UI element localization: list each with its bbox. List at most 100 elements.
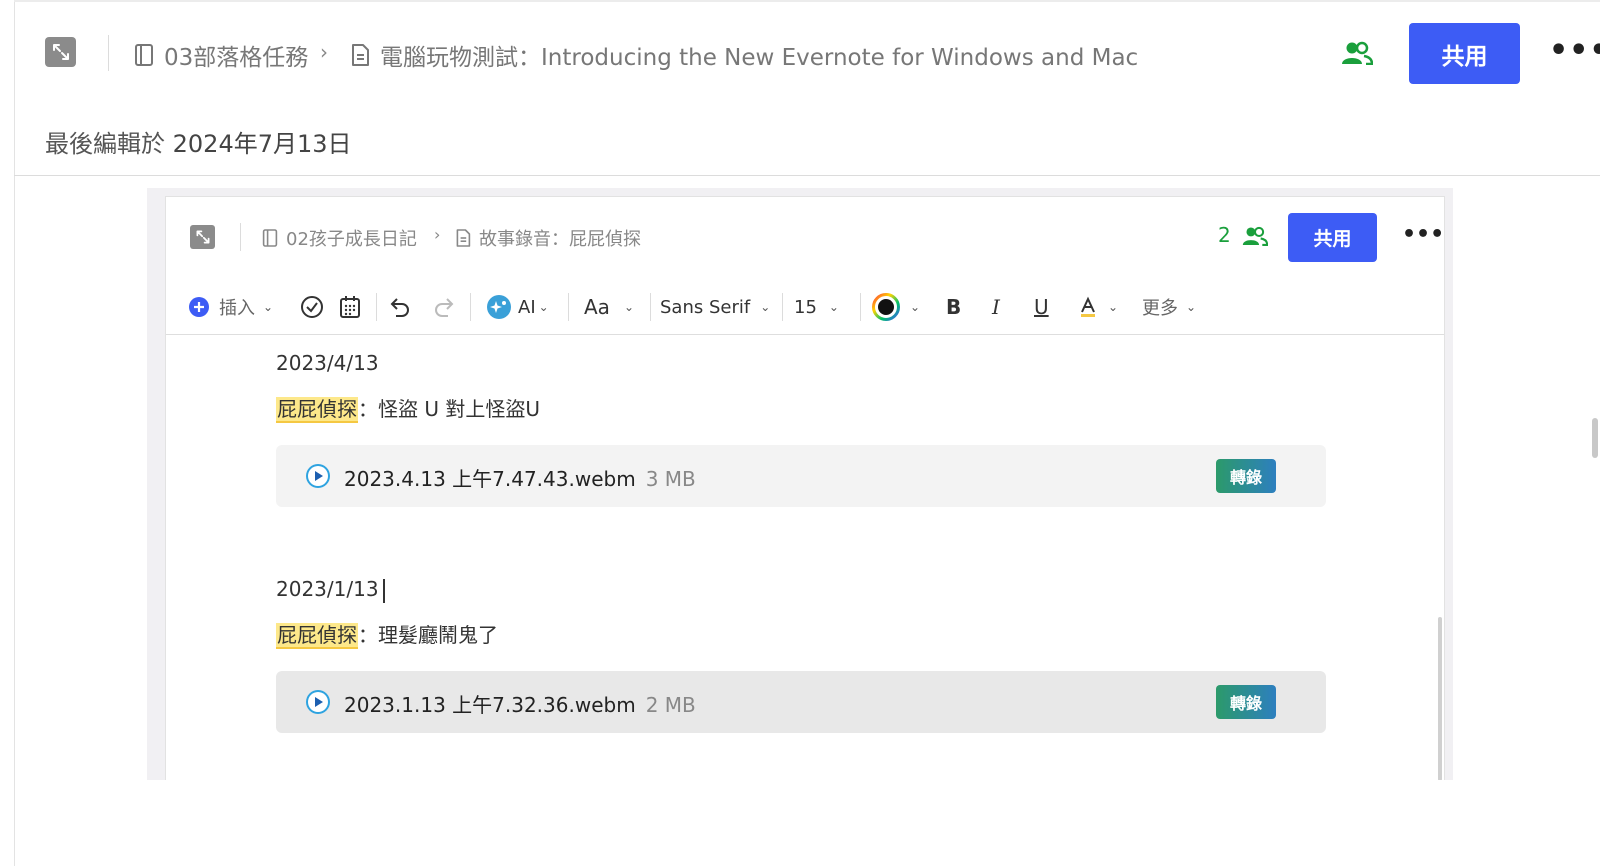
chevron-right-icon: › [434, 225, 441, 244]
embed-breadcrumb-note[interactable]: 故事錄音：屁屁偵探 [455, 225, 641, 251]
collaborators-icon[interactable] [1242, 226, 1269, 250]
highlighter-icon [1081, 296, 1095, 317]
audio-attachment[interactable]: 2023.1.13 上午7.32.36.webm 2 MB 轉錄 [276, 671, 1326, 733]
insert-menu[interactable]: 插入 ⌄ [188, 279, 273, 335]
text-color-menu[interactable]: ⌄ [872, 279, 920, 335]
chevron-right-icon: › [320, 40, 328, 64]
attachment-name: 2023.1.13 上午7.32.36.webm 2 MB [344, 689, 696, 718]
breadcrumb-note-label: 電腦玩物測試：Introducing the New Evernote for … [380, 45, 1139, 71]
highlighted-tag: 屁屁偵探 [276, 397, 358, 423]
ai-menu[interactable]: AI ⌄ [486, 279, 549, 335]
more-options-icon[interactable]: ••• [1402, 224, 1444, 246]
toolbar-divider [470, 293, 471, 321]
breadcrumb-notebook-label: 03部落格任務 [164, 45, 309, 71]
editor-toolbar: 插入 ⌄ AI ⌄ Aa ⌄ Sans Serif ⌄ 15 ⌄ ⌄ B I U… [166, 279, 1444, 335]
last-edited-date: 2024年7月13日 [172, 130, 352, 158]
toolbar-divider [782, 293, 783, 321]
expand-button[interactable] [45, 37, 76, 67]
text-style-menu[interactable]: Aa ⌄ [584, 279, 634, 335]
collaborator-count: 2 [1218, 223, 1231, 247]
entry-date: 2023/4/13 [276, 351, 379, 375]
note-body[interactable]: 2023/4/13 屁屁偵探：怪盜 U 對上怪盜U 2023.4.13 上午7.… [166, 335, 1444, 780]
embed-expand-button[interactable] [190, 225, 215, 249]
toolbar-divider [568, 293, 569, 321]
share-button[interactable]: 共用 [1409, 23, 1520, 84]
embed-breadcrumb-notebook[interactable]: 02孩子成長日記 [262, 225, 417, 251]
header-divider [108, 35, 109, 71]
insert-label: 插入 [219, 298, 255, 319]
embed-breadcrumb-notebook-label: 02孩子成長日記 [286, 229, 417, 250]
chevron-down-icon: ⌄ [1108, 300, 1119, 314]
text-cursor [382, 578, 385, 603]
note-header: 03部落格任務 › 電腦玩物測試：Introducing the New Eve… [0, 0, 1600, 106]
highlight-menu[interactable]: ⌄ [1078, 279, 1118, 335]
chevron-down-icon: ⌄ [623, 300, 634, 314]
transcribe-button[interactable]: 轉錄 [1216, 685, 1276, 719]
embedded-screenshot: 02孩子成長日記 › 故事錄音：屁屁偵探 2 共用 ••• 插入 ⌄ AI ⌄ … [165, 196, 1445, 780]
bold-button[interactable]: B [946, 279, 961, 335]
toolbar-divider [860, 293, 861, 321]
toolbar-divider [650, 293, 651, 321]
last-edited-prefix: 最後編輯於 [45, 130, 173, 158]
entry-text: ：理髮廳鬧鬼了 [358, 623, 498, 647]
entry-date: 2023/1/13 [276, 577, 385, 603]
calendar-button[interactable] [338, 279, 362, 335]
embed-header-divider [240, 223, 241, 251]
italic-button[interactable]: I [992, 279, 1000, 335]
font-size-menu[interactable]: 15 ⌄ [794, 279, 839, 335]
chevron-down-icon: ⌄ [828, 300, 839, 314]
more-formatting-label: 更多 [1142, 298, 1178, 319]
play-icon[interactable] [306, 464, 330, 488]
expand-icon [52, 44, 69, 60]
note-icon [456, 229, 471, 247]
entry-text: ：怪盜 U 對上怪盜U [358, 397, 540, 421]
text-style-label: Aa [584, 295, 610, 319]
breadcrumb-notebook[interactable]: 03部落格任務 [134, 38, 308, 72]
underline-button[interactable]: U [1034, 279, 1049, 335]
notebook-icon [135, 44, 153, 66]
entry-title: 屁屁偵探：怪盜 U 對上怪盜U [276, 393, 540, 423]
checkmark-circle-icon [301, 296, 323, 318]
redo-icon [435, 298, 454, 317]
more-formatting-menu[interactable]: 更多 ⌄ [1142, 279, 1196, 335]
font-family-label: Sans Serif [660, 296, 751, 318]
chevron-down-icon: ⌄ [263, 300, 274, 314]
undo-button[interactable] [388, 279, 412, 335]
audio-attachment[interactable]: 2023.4.13 上午7.47.43.webm 3 MB 轉錄 [276, 445, 1326, 507]
color-wheel-icon [872, 293, 900, 321]
notebook-icon [262, 229, 278, 247]
highlighted-tag: 屁屁偵探 [276, 623, 358, 649]
task-button[interactable] [300, 279, 324, 335]
window-left-border [14, 0, 15, 866]
attachment-filename: 2023.4.13 上午7.47.43.webm [344, 467, 636, 491]
ai-sparkle-icon [487, 295, 511, 319]
expand-icon [196, 230, 209, 244]
chevron-down-icon: ⌄ [910, 300, 921, 314]
font-size-label: 15 [794, 296, 817, 318]
collaborators-icon[interactable] [1341, 41, 1374, 69]
entry-date-text: 2023/1/13 [276, 577, 379, 601]
embed-breadcrumb-note-label: 故事錄音：屁屁偵探 [479, 229, 641, 250]
chevron-down-icon: ⌄ [760, 300, 771, 314]
ai-label: AI [518, 296, 536, 318]
toolbar-divider [376, 293, 377, 321]
embed-scrollbar[interactable] [1438, 617, 1442, 780]
more-options-icon[interactable]: ••• [1549, 36, 1600, 66]
transcribe-button[interactable]: 轉錄 [1216, 459, 1276, 493]
redo-button[interactable] [432, 279, 456, 335]
page-scrollbar[interactable] [1592, 418, 1598, 458]
chevron-down-icon: ⌄ [538, 300, 549, 314]
breadcrumb-note[interactable]: 電腦玩物測試：Introducing the New Evernote for … [350, 38, 1138, 72]
plus-circle-icon [189, 297, 209, 317]
last-edited: 最後編輯於 2024年7月13日 [45, 124, 352, 159]
play-icon[interactable] [306, 690, 330, 714]
header-divider-line [14, 175, 1600, 176]
note-icon [352, 44, 369, 66]
attachment-size: 2 MB [645, 693, 696, 717]
entry-title: 屁屁偵探：理髮廳鬧鬼了 [276, 619, 498, 649]
attachment-name: 2023.4.13 上午7.47.43.webm 3 MB [344, 463, 696, 492]
chevron-down-icon: ⌄ [1186, 300, 1197, 314]
embed-share-button[interactable]: 共用 [1288, 213, 1377, 262]
font-family-menu[interactable]: Sans Serif ⌄ [660, 279, 770, 335]
attachment-size: 3 MB [645, 467, 696, 491]
